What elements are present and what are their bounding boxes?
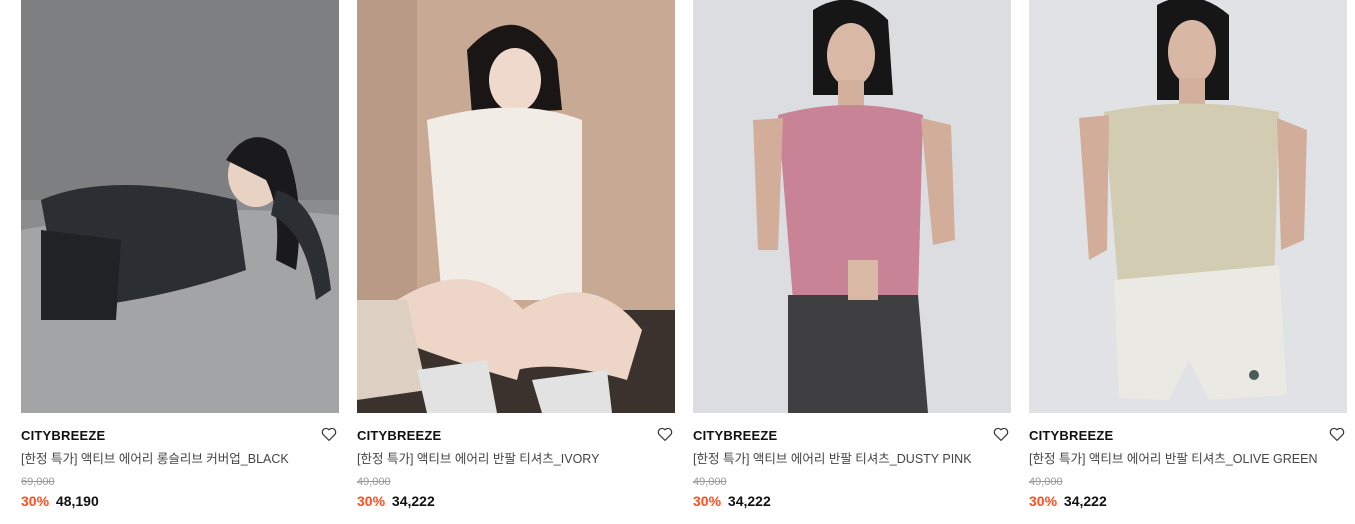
discount-rate: 30% bbox=[21, 493, 50, 509]
product-name[interactable]: [한정 특가] 액티브 에어리 반팔 티셔츠_OLIVE GREEN bbox=[1029, 451, 1347, 467]
discount-rate: 30% bbox=[693, 493, 722, 509]
product-card[interactable]: CITYBREEZE [한정 특가] 액티브 에어리 롱슬리브 커버업_BLAC… bbox=[21, 0, 339, 510]
brand-name[interactable]: CITYBREEZE bbox=[1029, 428, 1347, 444]
sale-price-row: 30% 34,222 bbox=[357, 492, 675, 510]
product-card[interactable]: CITYBREEZE [한정 특가] 액티브 에어리 반팔 티셔츠_OLIVE … bbox=[1029, 0, 1347, 510]
product-name[interactable]: [한정 특가] 액티브 에어리 반팔 티셔츠_IVORY bbox=[357, 451, 675, 467]
product-image[interactable] bbox=[693, 0, 1011, 413]
discount-rate: 30% bbox=[1029, 493, 1058, 509]
product-card[interactable]: CITYBREEZE [한정 특가] 액티브 에어리 반팔 티셔츠_IVORY … bbox=[357, 0, 675, 510]
sale-price-row: 30% 34,222 bbox=[693, 492, 1011, 510]
product-name[interactable]: [한정 특가] 액티브 에어리 롱슬리브 커버업_BLACK bbox=[21, 451, 339, 467]
sale-price: 34,222 bbox=[391, 493, 435, 509]
brand-name[interactable]: CITYBREEZE bbox=[357, 428, 675, 444]
sale-price: 34,222 bbox=[727, 493, 771, 509]
product-image[interactable] bbox=[357, 0, 675, 413]
heart-outline-icon[interactable] bbox=[320, 425, 338, 443]
heart-outline-icon[interactable] bbox=[656, 425, 674, 443]
product-image[interactable] bbox=[1029, 0, 1347, 413]
original-price: 49,000 bbox=[357, 476, 391, 488]
product-grid: CITYBREEZE [한정 특가] 액티브 에어리 롱슬리브 커버업_BLAC… bbox=[21, 0, 1347, 510]
original-price: 69,000 bbox=[21, 476, 55, 488]
product-card[interactable]: CITYBREEZE [한정 특가] 액티브 에어리 반팔 티셔츠_DUSTY … bbox=[693, 0, 1011, 510]
brand-name[interactable]: CITYBREEZE bbox=[693, 428, 1011, 444]
heart-outline-icon[interactable] bbox=[1328, 425, 1346, 443]
original-price: 49,000 bbox=[693, 476, 727, 488]
brand-name[interactable]: CITYBREEZE bbox=[21, 428, 339, 444]
sale-price: 48,190 bbox=[55, 493, 99, 509]
discount-rate: 30% bbox=[357, 493, 386, 509]
product-name[interactable]: [한정 특가] 액티브 에어리 반팔 티셔츠_DUSTY PINK bbox=[693, 451, 1011, 467]
original-price: 49,000 bbox=[1029, 476, 1063, 488]
product-image[interactable] bbox=[21, 0, 339, 413]
sale-price-row: 30% 48,190 bbox=[21, 492, 339, 510]
sale-price-row: 30% 34,222 bbox=[1029, 492, 1347, 510]
heart-outline-icon[interactable] bbox=[992, 425, 1010, 443]
sale-price: 34,222 bbox=[1063, 493, 1107, 509]
